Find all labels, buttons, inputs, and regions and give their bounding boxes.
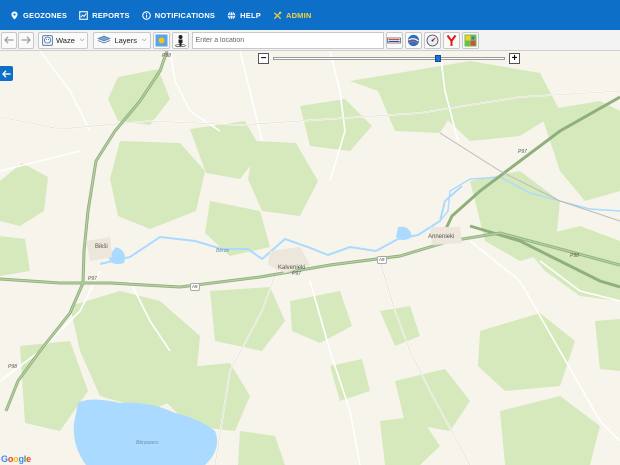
arrow-left-icon <box>2 69 11 78</box>
nav-help-label: HELP <box>240 10 261 20</box>
forward-button[interactable] <box>18 31 34 49</box>
speed-layer-button[interactable] <box>423 31 441 49</box>
yandex-layer-button[interactable] <box>442 31 460 49</box>
map-tiles-button[interactable] <box>461 31 479 49</box>
road-label-p98-south: P98 <box>8 364 17 370</box>
nav-admin[interactable]: ADMIN <box>267 0 318 30</box>
map-toolbar: Waze ⌵ Layers ⌵ <box>0 30 620 51</box>
map-tiles-icon <box>464 34 477 46</box>
map-view[interactable]: Bikši Kalvenieki Annenieki Bērzezers Bēr… <box>0 51 620 465</box>
nav-geozones-label: GEOZONES <box>23 10 68 20</box>
zoom-slider-track[interactable] <box>273 55 505 62</box>
street-view-button[interactable] <box>171 31 189 49</box>
back-button[interactable] <box>1 31 17 49</box>
chevron-down-icon: ⌵ <box>79 36 85 43</box>
zoom-control: − + <box>258 53 520 66</box>
arrow-right-icon <box>21 36 31 44</box>
layers-icon <box>97 35 112 44</box>
nav-reports[interactable]: REPORTS <box>73 0 136 30</box>
road-label-p98-east: P98 <box>570 253 579 259</box>
road-shield-a9-b: A9 <box>377 256 387 264</box>
zoom-in-button[interactable]: + <box>509 53 520 64</box>
nav-reports-label: REPORTS <box>92 10 130 20</box>
globe-icon <box>227 10 236 20</box>
weather-button[interactable] <box>152 31 170 49</box>
yandex-icon <box>446 34 456 46</box>
report-chart-icon <box>79 10 88 20</box>
place-label-bikisi: Bikši <box>95 244 108 250</box>
road-label-p97-east: P97 <box>518 149 527 155</box>
info-circle-icon <box>141 10 151 20</box>
speedometer-icon <box>426 34 438 46</box>
chevron-down-icon: ⌵ <box>141 36 147 43</box>
river-label: Bērze <box>216 248 230 254</box>
street-view-person-icon <box>174 34 186 47</box>
sidebar-toggle-button[interactable] <box>0 66 13 81</box>
traffic-layer-button[interactable] <box>385 31 403 49</box>
traffic-sign-icon <box>387 37 401 43</box>
nav-notifications-label: NOTIFICATIONS <box>154 10 216 20</box>
waze-icon <box>42 34 53 46</box>
layers-select[interactable]: Layers ⌵ <box>93 31 151 49</box>
nav-help[interactable]: HELP <box>221 0 267 30</box>
map-source-select[interactable]: Waze ⌵ <box>38 31 89 49</box>
lake-label: Bērzezers <box>136 440 159 446</box>
arrow-left-icon <box>4 36 14 44</box>
weather-sun-icon <box>155 34 168 46</box>
tools-icon <box>273 11 282 19</box>
road-label-p98-north: P98 <box>162 53 171 59</box>
map-source-label: Waze <box>56 35 75 45</box>
nav-admin-label: ADMIN <box>285 10 312 20</box>
location-search-input[interactable] <box>191 31 384 49</box>
road-label-p97-kalv: P97 <box>292 271 301 277</box>
road-shield-a9-a: A9 <box>190 283 200 291</box>
google-logo: Google <box>1 454 31 464</box>
map-base <box>0 51 620 465</box>
zoom-slider-thumb[interactable] <box>435 55 441 62</box>
road-label-p97-west: P97 <box>88 276 97 282</box>
map-pin-icon <box>11 10 18 20</box>
nav-notifications[interactable]: NOTIFICATIONS <box>136 0 221 30</box>
nav-geozones[interactable]: GEOZONES <box>4 0 73 30</box>
globe-road-icon <box>407 34 419 46</box>
zoom-out-button[interactable]: − <box>258 53 269 64</box>
top-nav: GEOZONES REPORTS NOTIFICATIONS HELP ADMI… <box>0 0 620 30</box>
globe-layer-button[interactable] <box>404 31 422 49</box>
layers-label: Layers <box>114 35 137 45</box>
place-label-annenieki: Annenieki <box>428 234 455 240</box>
